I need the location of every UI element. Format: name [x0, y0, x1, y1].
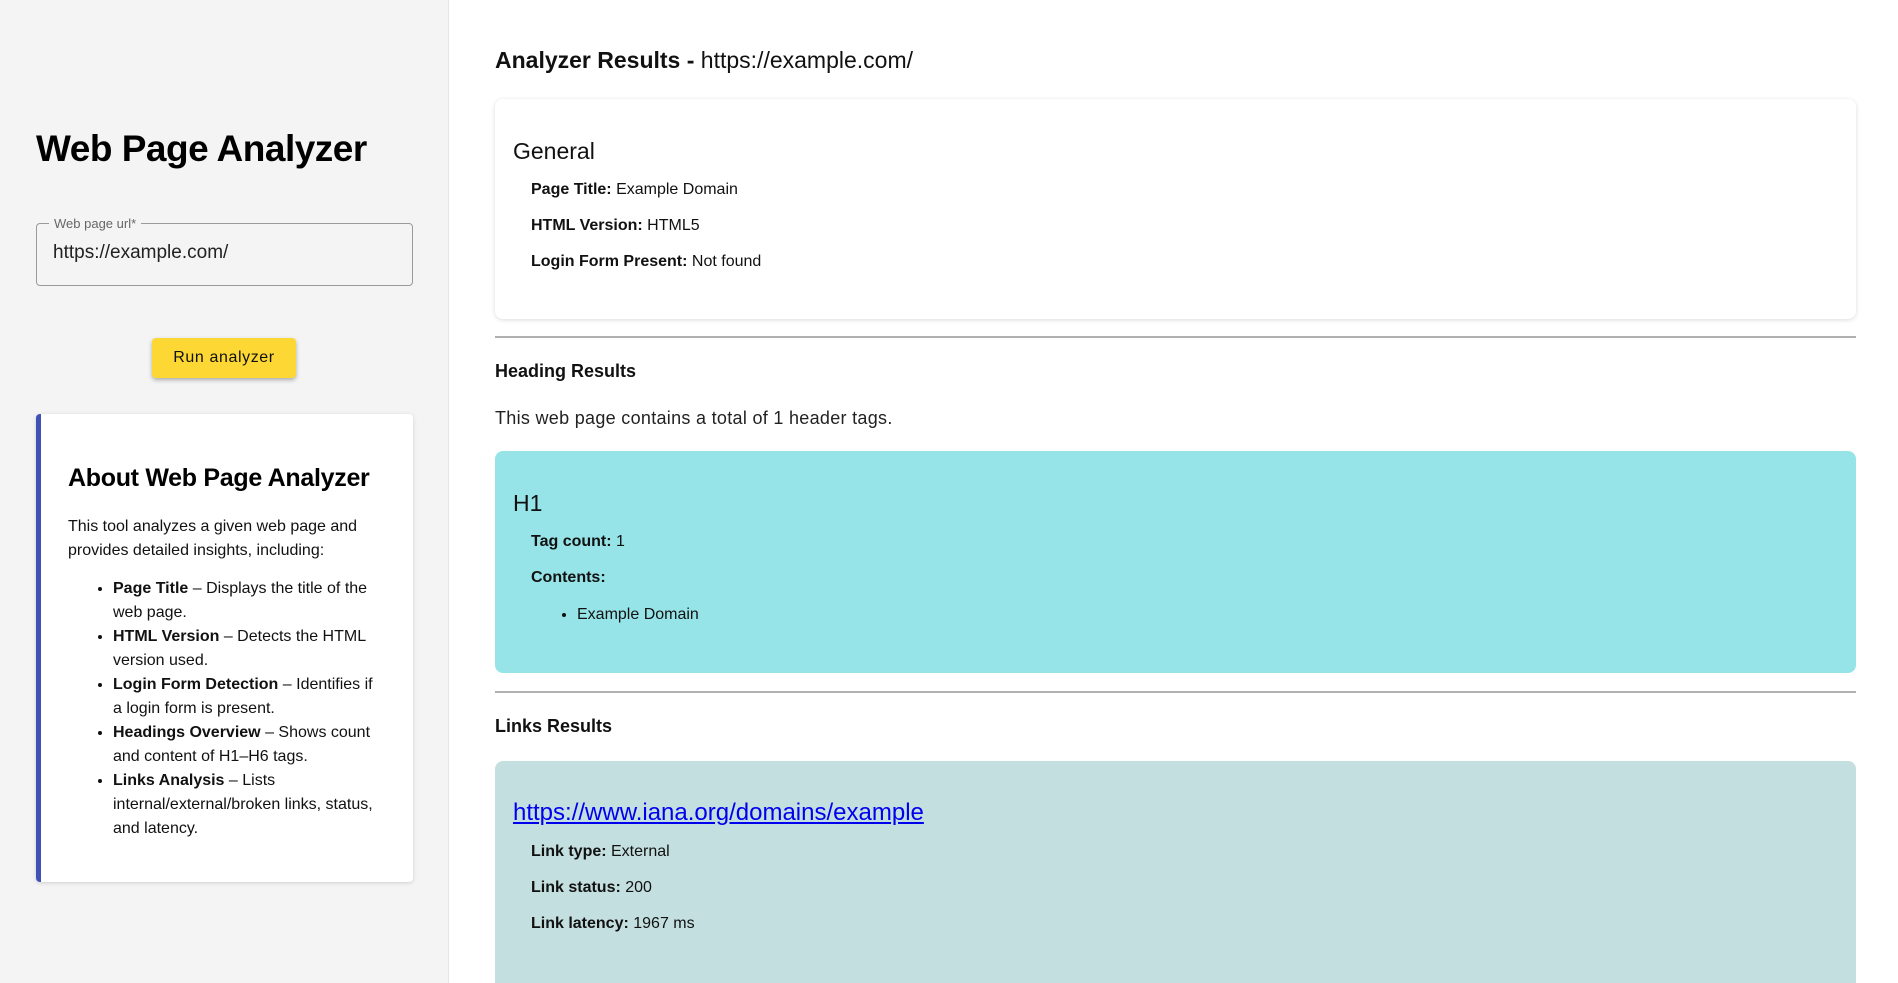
- results-title-label: Analyzer Results -: [495, 47, 701, 73]
- field-value: HTML5: [642, 217, 700, 234]
- field-label: Tag count:: [531, 533, 612, 550]
- list-item: Headings Overview – Shows count and cont…: [113, 721, 385, 769]
- field-label: Link status:: [531, 879, 621, 896]
- list-item: Links Analysis – Lists internal/external…: [113, 769, 385, 841]
- field-label: HTML Version:: [531, 217, 643, 234]
- feature-name: Links Analysis: [113, 772, 225, 789]
- link-url-heading: https://www.iana.org/domains/example: [513, 799, 1856, 827]
- link-status-field: Link status: 200: [513, 878, 1856, 898]
- links-results-title: Links Results: [495, 716, 613, 736]
- contents-field: Contents:: [513, 568, 1856, 588]
- heading-card-h1: H1 Tag count: 1 Contents: Example Domain: [495, 451, 1856, 673]
- app-title: Web Page Analyzer: [36, 128, 367, 169]
- field-label: Link type:: [531, 843, 607, 860]
- contents-list: Example Domain: [513, 605, 1856, 625]
- list-item: Page Title – Displays the title of the w…: [113, 577, 385, 625]
- url-input[interactable]: [53, 242, 393, 264]
- divider: [495, 336, 1856, 338]
- html-version-field: HTML Version: HTML5: [513, 216, 1856, 236]
- link-url[interactable]: https://www.iana.org/domains/example: [513, 799, 924, 826]
- login-form-field: Login Form Present: Not found: [513, 252, 1856, 272]
- link-latency-field: Link latency: 1967 ms: [513, 914, 1856, 934]
- results-title: Analyzer Results - https://example.com/: [495, 47, 913, 74]
- general-title: General: [513, 138, 595, 164]
- run-analyzer-button[interactable]: Run analyzer: [152, 338, 296, 378]
- divider: [495, 691, 1856, 693]
- link-type-field: Link type: External: [513, 842, 1856, 862]
- feature-name: HTML Version: [113, 628, 220, 645]
- heading-tag-title: H1: [513, 490, 543, 516]
- general-card: General Page Title: Example Domain HTML …: [495, 99, 1856, 319]
- list-item: Example Domain: [577, 605, 1856, 625]
- about-card: About Web Page Analyzer This tool analyz…: [36, 414, 413, 882]
- feature-name: Headings Overview: [113, 724, 261, 741]
- heading-results-title: Heading Results: [495, 361, 637, 381]
- field-label: Page Title:: [531, 181, 612, 198]
- field-value: 1: [611, 533, 625, 550]
- field-label: Login Form Present:: [531, 253, 688, 270]
- field-label: Contents:: [531, 569, 606, 586]
- page-title-field: Page Title: Example Domain: [513, 180, 1856, 200]
- heading-summary: This web page contains a total of 1 head…: [495, 408, 893, 428]
- tag-count-field: Tag count: 1: [513, 532, 1856, 552]
- url-field-label: Web page url*: [49, 216, 142, 231]
- url-field[interactable]: Web page url*: [36, 216, 413, 286]
- feature-name: Login Form Detection: [113, 676, 279, 693]
- sidebar: Web Page Analyzer Web page url* Run anal…: [0, 0, 449, 983]
- about-description: This tool analyzes a given web page and …: [68, 518, 358, 559]
- field-value: Not found: [687, 253, 762, 270]
- field-value: 200: [620, 879, 652, 896]
- feature-name: Page Title: [113, 580, 189, 597]
- field-label: Link latency:: [531, 915, 629, 932]
- field-value: Example Domain: [611, 181, 738, 198]
- results-title-url: https://example.com/: [700, 47, 913, 73]
- about-feature-list: Page Title – Displays the title of the w…: [68, 577, 385, 841]
- list-item: HTML Version – Detects the HTML version …: [113, 625, 385, 673]
- field-value: External: [606, 843, 670, 860]
- field-value: 1967 ms: [628, 915, 695, 932]
- link-card: https://www.iana.org/domains/example Lin…: [495, 761, 1856, 983]
- list-item: Login Form Detection – Identifies if a l…: [113, 673, 385, 721]
- about-title: About Web Page Analyzer: [68, 464, 370, 492]
